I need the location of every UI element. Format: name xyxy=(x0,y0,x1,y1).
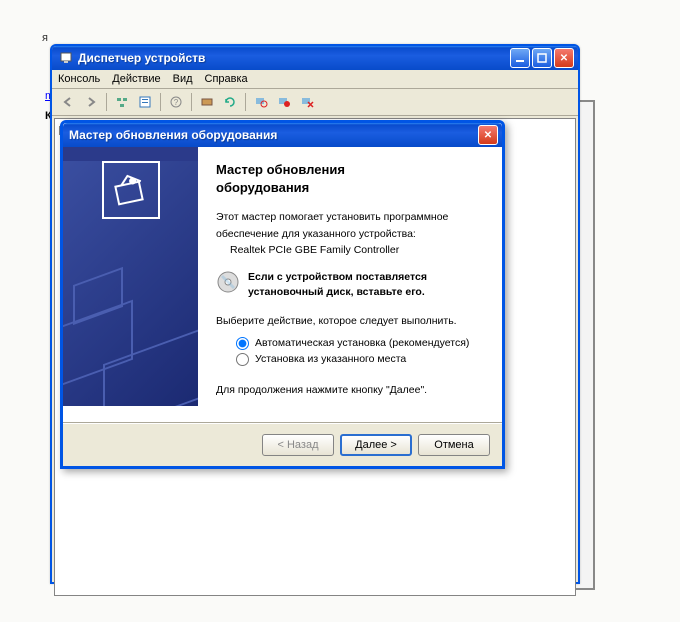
wizard-content: Мастер обновления оборудования Этот маст… xyxy=(198,147,502,406)
minimize-button[interactable] xyxy=(510,48,530,68)
toolbar-forward-icon[interactable] xyxy=(81,92,101,112)
toolbar-separator xyxy=(160,93,161,111)
menu-help[interactable]: Справка xyxy=(205,73,248,85)
toolbar-scan-icon[interactable] xyxy=(251,92,271,112)
radio-auto-input[interactable] xyxy=(236,337,249,350)
toolbar-tree-icon[interactable] xyxy=(112,92,132,112)
svg-text:?: ? xyxy=(174,98,179,107)
device-name: Realtek PCIe GBE Family Controller xyxy=(230,244,484,256)
titlebar[interactable]: Диспетчер устройств ✕ xyxy=(52,46,578,70)
wizard-description-2: обеспечение для указанного устройства: xyxy=(216,227,484,241)
cd-prompt: Если с устройством поставляется установо… xyxy=(248,270,427,298)
wizard-close-button[interactable]: ✕ xyxy=(478,125,498,145)
toolbar-device-icon[interactable] xyxy=(197,92,217,112)
radio-auto-install[interactable]: Автоматическая установка (рекомендуется) xyxy=(236,337,484,350)
back-button: < Назад xyxy=(262,434,334,456)
wizard-graphic-icon xyxy=(102,161,160,219)
toolbar: ? xyxy=(52,89,578,116)
toolbar-separator xyxy=(245,93,246,111)
wizard-title: Мастер обновления оборудования xyxy=(69,128,478,142)
toolbar-properties-icon[interactable] xyxy=(135,92,155,112)
stray-text: я xyxy=(42,32,48,44)
hardware-update-wizard: Мастер обновления оборудования ✕ xyxy=(60,120,505,469)
cancel-button[interactable]: Отмена xyxy=(418,434,490,456)
device-manager-icon xyxy=(58,50,74,66)
wizard-description: Этот мастер помогает установить программ… xyxy=(216,210,484,224)
wizard-footer: < Назад Далее > Отмена xyxy=(63,423,502,466)
radio-manual-install[interactable]: Установка из указанного места xyxy=(236,353,484,366)
wizard-sidebar xyxy=(63,147,198,406)
toolbar-back-icon[interactable] xyxy=(58,92,78,112)
cd-icon xyxy=(216,270,240,297)
menu-action[interactable]: Действие xyxy=(112,73,160,85)
toolbar-help-icon[interactable]: ? xyxy=(166,92,186,112)
toolbar-separator xyxy=(106,93,107,111)
toolbar-separator xyxy=(191,93,192,111)
radio-auto-label: Автоматическая установка (рекомендуется) xyxy=(255,337,469,349)
continue-hint: Для продолжения нажмите кнопку "Далее". xyxy=(216,384,484,396)
toolbar-uninstall-icon[interactable] xyxy=(297,92,317,112)
wizard-titlebar[interactable]: Мастер обновления оборудования ✕ xyxy=(63,123,502,147)
choose-action-label: Выберите действие, которое следует выпол… xyxy=(216,315,484,327)
close-button[interactable]: ✕ xyxy=(554,48,574,68)
window-title: Диспетчер устройств xyxy=(78,51,510,65)
menu-console[interactable]: Консоль xyxy=(58,73,100,85)
menubar: Консоль Действие Вид Справка xyxy=(52,70,578,89)
wizard-heading: Мастер обновления оборудования xyxy=(216,161,484,196)
radio-manual-input[interactable] xyxy=(236,353,249,366)
toolbar-refresh-icon[interactable] xyxy=(220,92,240,112)
next-button[interactable]: Далее > xyxy=(340,434,412,456)
maximize-button[interactable] xyxy=(532,48,552,68)
radio-manual-label: Установка из указанного места xyxy=(255,353,406,365)
menu-view[interactable]: Вид xyxy=(173,73,193,85)
toolbar-disable-icon[interactable] xyxy=(274,92,294,112)
